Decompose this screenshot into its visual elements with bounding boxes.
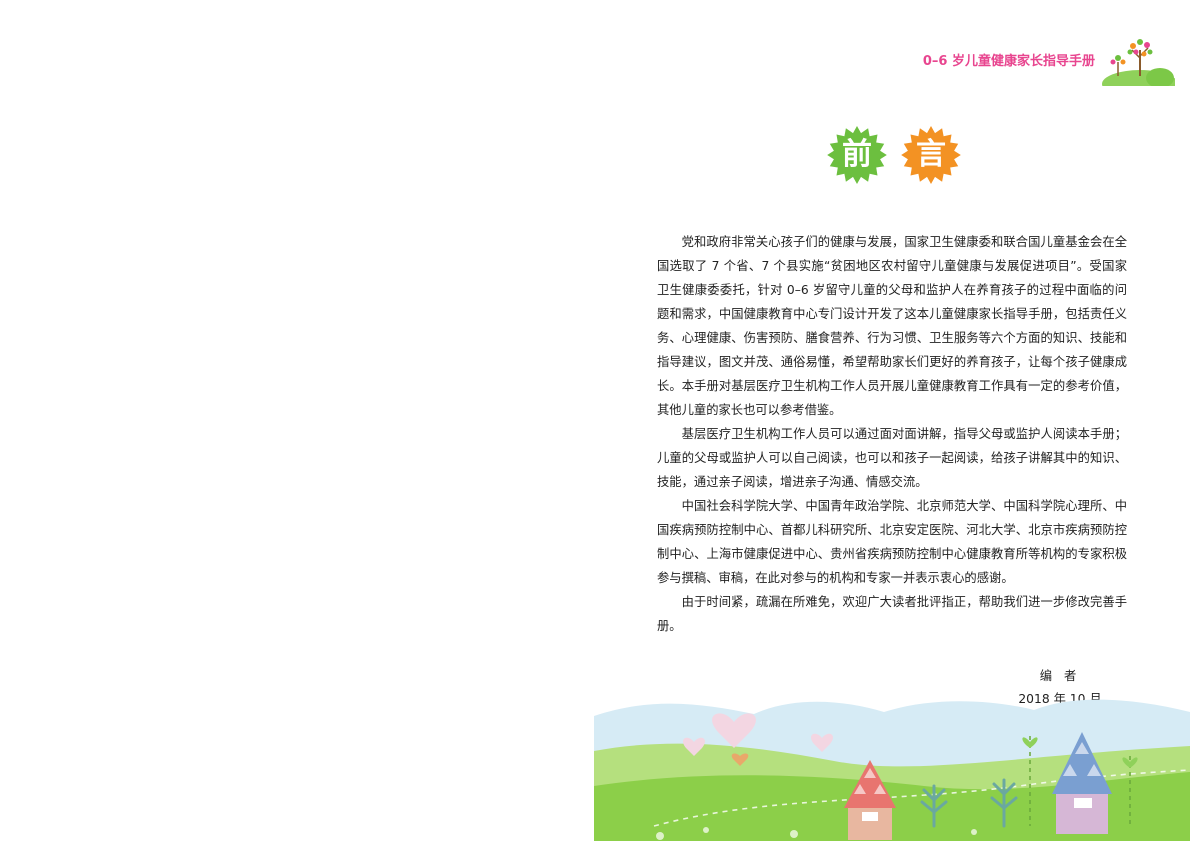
preface-paragraph-4: 由于时间紧，疏漏在所难免，欢迎广大读者批评指正，帮助我们进一步修改完善手册。 [657,595,1127,633]
heading-badge-green: 前 [826,124,888,186]
heading-char-2: 言 [916,137,946,172]
preface-paragraph-1: 党和政府非常关心孩子们的健康与发展，国家卫生健康委和联合国儿童基金会在全国选取了… [657,235,1127,417]
header-title: 0–6 岁儿童健康家长指导手册 [922,54,1095,69]
landscape-illustration [594,699,1190,841]
heading-char-1: 前 [842,137,872,172]
preface-paragraph-2: 基层医疗卫生机构工作人员可以通过面对面讲解，指导父母或监护人阅读本手册；儿童的父… [657,427,1127,489]
preface-paragraph-3: 中国社会科学院大学、中国青年政治学院、北京师范大学、中国科学院心理所、中国疾病预… [657,499,1127,585]
preface-body: 党和政府非常关心孩子们的健康与发展，国家卫生健康委和联合国儿童基金会在全国选取了… [657,230,1127,638]
preface-heading: 前 言 [826,124,966,188]
heading-badge-orange: 言 [900,124,962,186]
tree-hill-decoration-icon [1102,39,1175,86]
